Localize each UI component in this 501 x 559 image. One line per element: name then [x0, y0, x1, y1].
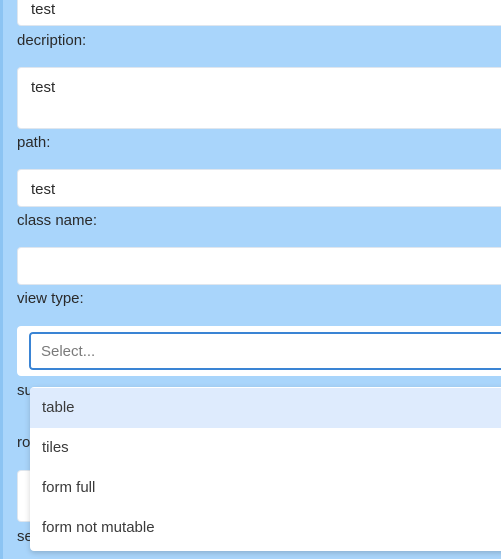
option-table[interactable]: table — [30, 388, 501, 428]
view-type-placeholder: Select... — [41, 343, 96, 360]
view-type-select[interactable]: Select... — [29, 332, 501, 370]
name-input[interactable]: test — [17, 0, 501, 26]
partial-label-ro: ro — [17, 434, 30, 451]
description-label: decription: — [17, 32, 87, 49]
partial-label-se: se — [17, 528, 30, 545]
description-textarea[interactable]: test — [17, 67, 501, 129]
description-value: test — [31, 79, 56, 96]
left-border-strip — [0, 0, 3, 559]
class-name-label: class name: — [17, 212, 98, 229]
class-name-input[interactable] — [17, 247, 501, 285]
name-input-value: test — [31, 1, 56, 18]
view-type-label: view type: — [17, 290, 84, 307]
path-label: path: — [17, 134, 51, 151]
option-form-full[interactable]: form full — [30, 468, 501, 508]
path-input[interactable]: test — [17, 169, 501, 207]
option-form-not-mutable[interactable]: form not mutable — [30, 508, 501, 548]
path-value: test — [31, 181, 56, 198]
view-type-dropdown-menu: table tiles form full form not mutable — [30, 387, 501, 551]
partial-label-su: su — [17, 382, 30, 399]
option-tiles[interactable]: tiles — [30, 428, 501, 468]
